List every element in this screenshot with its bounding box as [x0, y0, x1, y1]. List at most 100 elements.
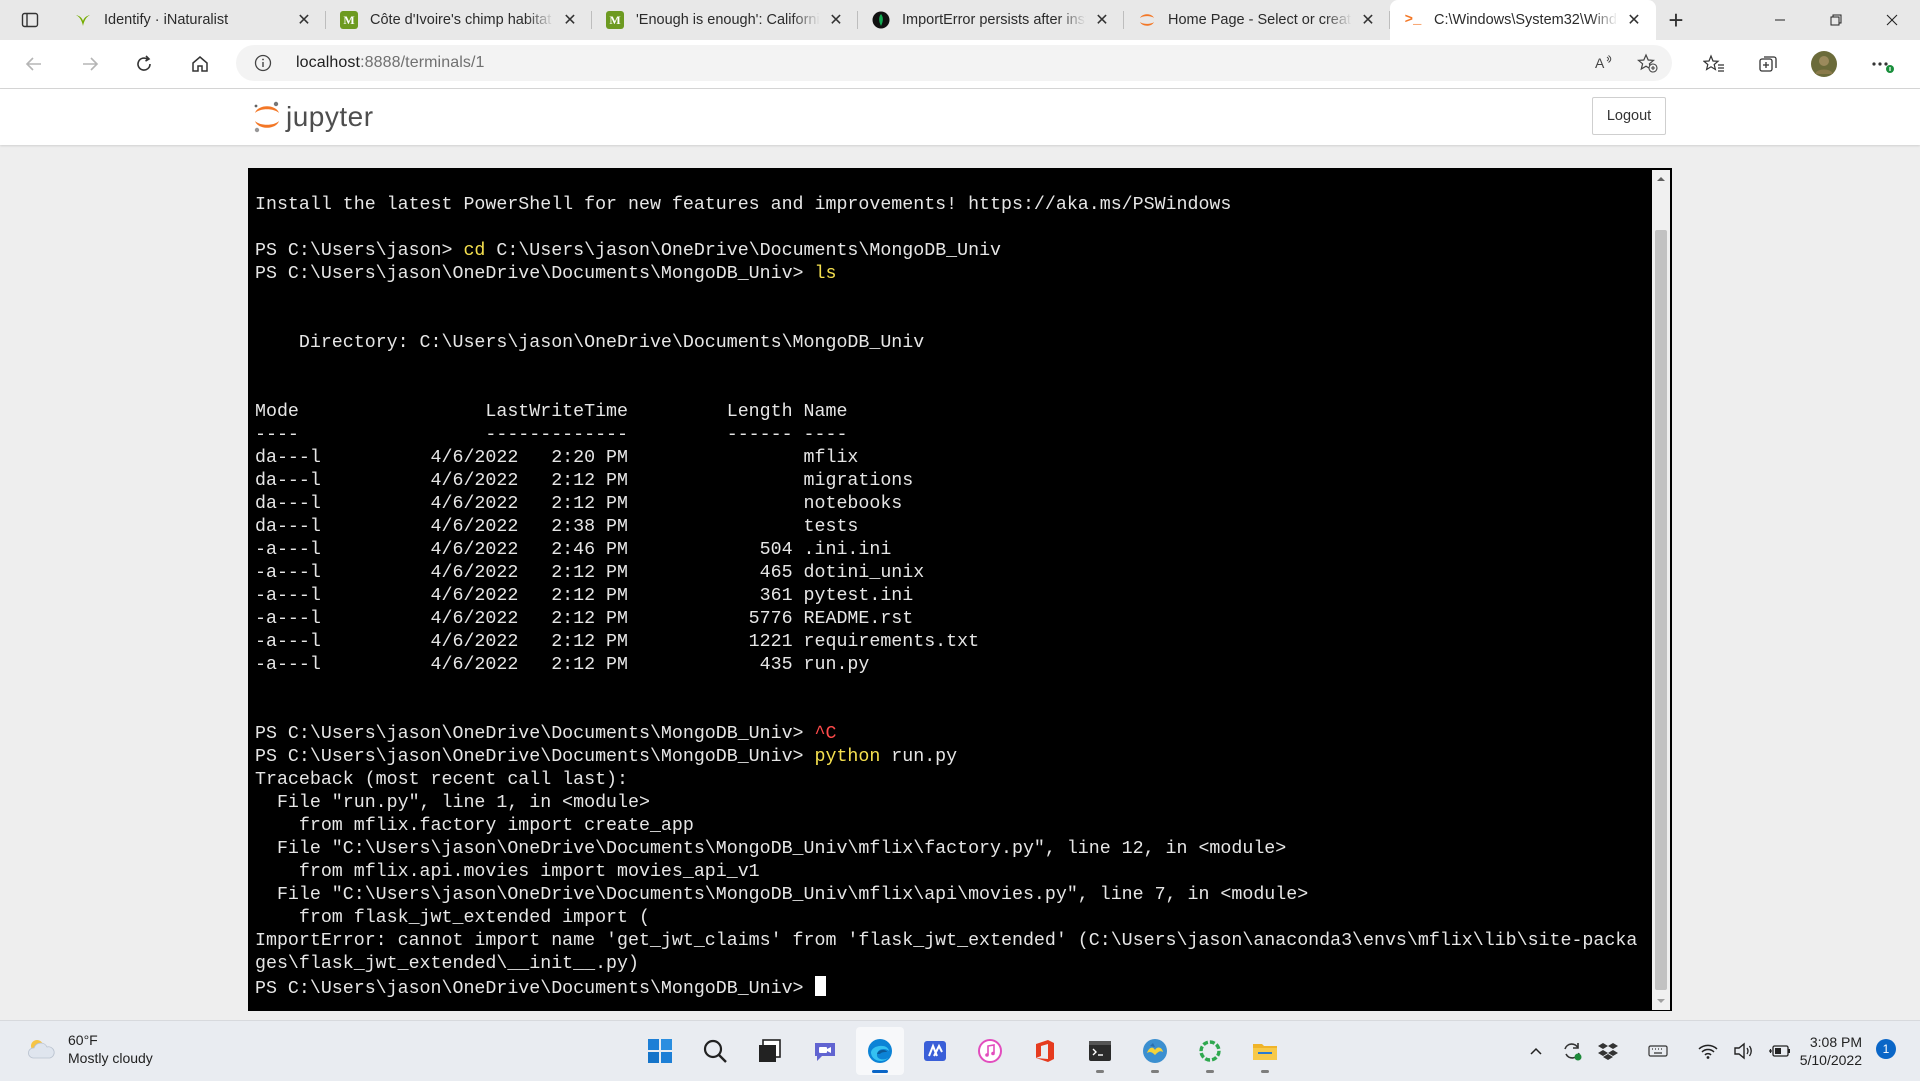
start-icon[interactable] [636, 1027, 684, 1075]
terminal-text: File "C:\Users\jason\OneDrive\Documents\… [255, 839, 1287, 859]
itunes-icon[interactable] [966, 1027, 1014, 1075]
terminal-line: ges\flask_jwt_extended\__init__.py) [255, 953, 1637, 976]
address-bar[interactable]: localhost:8888/terminals/1 A [236, 45, 1672, 81]
home-icon[interactable] [184, 48, 216, 80]
terminal-line: File "C:\Users\jason\OneDrive\Documents\… [255, 838, 1637, 861]
back-arrow-icon[interactable] [18, 48, 50, 80]
terminal-text: run.py [880, 747, 958, 767]
chevron-up-icon[interactable] [1520, 1035, 1552, 1067]
terminal-text: File "C:\Users\jason\OneDrive\Documents\… [255, 885, 1309, 905]
terminal-text: File "run.py", line 1, in <module> [255, 793, 650, 813]
browser-tab[interactable]: Identify · iNaturalist ✕ [60, 0, 326, 40]
chat-icon[interactable] [801, 1027, 849, 1075]
tab-actions-icon[interactable] [14, 8, 46, 32]
close-icon[interactable]: ✕ [1624, 10, 1644, 30]
browser-tab[interactable]: Home Page - Select or create ✕ [1124, 0, 1390, 40]
taskbar-clock[interactable]: 3:08 PM 5/10/2022 [1790, 1033, 1862, 1069]
weather-temperature: 60°F [68, 1032, 98, 1048]
close-icon[interactable]: ✕ [294, 10, 314, 30]
close-window-icon[interactable] [1864, 0, 1920, 40]
terminal-text: Install the latest PowerShell for new fe… [255, 195, 1232, 215]
mongabay-m-icon: M [606, 11, 624, 29]
tab-title: ImportError persists after install [902, 12, 1086, 28]
profile-avatar[interactable] [1808, 48, 1840, 80]
keyboard-icon[interactable] [1628, 1035, 1688, 1067]
wifi-icon[interactable] [1692, 1035, 1724, 1067]
terminal-line: from flask_jwt_extended import ( [255, 907, 1637, 930]
scroll-up-arrow-icon[interactable] [1652, 170, 1670, 188]
search-icon[interactable] [691, 1027, 739, 1075]
add-favorite-icon[interactable] [1632, 47, 1664, 79]
terminal-line: Directory: C:\Users\jason\OneDrive\Docum… [255, 332, 1637, 355]
url-text[interactable]: localhost:8888/terminals/1 [296, 54, 485, 72]
logout-button[interactable]: Logout [1592, 97, 1666, 135]
jupyter-logo[interactable]: jupyter [252, 97, 374, 137]
close-icon[interactable]: ✕ [826, 10, 846, 30]
minimize-icon[interactable] [1752, 0, 1808, 40]
scrollbar-thumb[interactable] [1655, 230, 1667, 990]
close-icon[interactable]: ✕ [1358, 10, 1378, 30]
terminal-line: PS C:\Users\jason\OneDrive\Documents\Mon… [255, 263, 1637, 286]
jupyter-icon [1138, 11, 1156, 29]
jupyter-logo-text: jupyter [286, 101, 374, 132]
collections-icon[interactable] [1752, 48, 1784, 80]
visual-studio-icon[interactable] [911, 1027, 959, 1075]
task-view-icon[interactable] [746, 1027, 794, 1075]
terminal-line: -a---l 4/6/2022 2:12 PM 465 dotini_unix [255, 562, 1637, 585]
settings-more-icon[interactable] [1866, 48, 1898, 80]
terminal-line: PS C:\Users\jason\OneDrive\Documents\Mon… [255, 746, 1637, 769]
terminal-panel[interactable]: Install the latest PowerShell for new fe… [248, 168, 1672, 1011]
volume-icon[interactable] [1728, 1035, 1760, 1067]
terminal-app-icon[interactable] [1076, 1027, 1124, 1075]
terminal-scrollbar[interactable] [1652, 170, 1670, 1010]
terminal-line: File "C:\Users\jason\OneDrive\Documents\… [255, 884, 1637, 907]
favorites-icon[interactable] [1698, 48, 1730, 80]
info-icon[interactable] [254, 54, 272, 72]
tab-title: Identify · iNaturalist [104, 12, 229, 28]
terminal-line: from mflix.factory import create_app [255, 815, 1637, 838]
terminal-text: Mode LastWriteTime Length Name [255, 402, 848, 422]
close-icon[interactable]: ✕ [1092, 10, 1112, 30]
notification-badge[interactable]: 1 [1876, 1039, 1896, 1059]
dropbox-icon[interactable] [1592, 1035, 1624, 1067]
forward-arrow-icon[interactable] [74, 48, 106, 80]
taskbar-apps [632, 1027, 1292, 1075]
browser-tab[interactable]: M 'Enough is enough': California ✕ [592, 0, 858, 40]
browser-tab-active[interactable]: >_ C:\Windows\System32\WindowsPowerShell… [1390, 0, 1656, 40]
browser-tab[interactable]: M Côte d'Ivoire's chimp habitat ✕ [326, 0, 592, 40]
terminal-line: -a---l 4/6/2022 2:12 PM 361 pytest.ini [255, 585, 1637, 608]
terminal-line: -a---l 4/6/2022 2:12 PM 5776 README.rst [255, 608, 1637, 631]
terminal-line: from mflix.api.movies import movies_api_… [255, 861, 1637, 884]
sync-icon[interactable] [1556, 1035, 1588, 1067]
edge-icon[interactable] [855, 1027, 904, 1075]
office-icon[interactable] [1021, 1027, 1069, 1075]
terminal-interrupt: ^C [814, 724, 837, 744]
refresh-icon[interactable] [128, 48, 160, 80]
close-icon[interactable]: ✕ [560, 10, 580, 30]
browser-tab[interactable]: ImportError persists after install ✕ [858, 0, 1124, 40]
terminal-text: PS C:\Users\jason\OneDrive\Documents\Mon… [255, 747, 815, 767]
tab-title: C:\Windows\System32\WindowsPowerShell [1434, 12, 1618, 28]
jupyter-ring-icon[interactable] [1186, 1027, 1234, 1075]
terminal-text: from mflix.api.movies import movies_api_… [255, 862, 760, 882]
browser-toolbar: localhost:8888/terminals/1 A [0, 40, 1920, 89]
terminal-line: ImportError: cannot import name 'get_jwt… [255, 930, 1637, 953]
weather-widget[interactable]: 60°F Mostly cloudy [26, 1031, 153, 1067]
clock-date: 5/10/2022 [1799, 1052, 1862, 1068]
terminal-line: da---l 4/6/2022 2:12 PM migrations [255, 470, 1637, 493]
terminal-cursor [814, 976, 826, 996]
browser-tab-strip: Identify · iNaturalist ✕ M Côte d'Ivoire… [0, 0, 1920, 40]
tab-title: 'Enough is enough': California [636, 12, 820, 28]
terminal-line: File "run.py", line 1, in <module> [255, 792, 1637, 815]
mongabay-m-icon: M [340, 11, 358, 29]
file-explorer-icon[interactable] [1241, 1027, 1289, 1075]
restore-icon[interactable] [1808, 0, 1864, 40]
new-tab-button[interactable]: + [1660, 5, 1692, 35]
read-aloud-icon[interactable]: A [1588, 47, 1620, 79]
python-icon[interactable] [1131, 1027, 1179, 1075]
scroll-down-arrow-icon[interactable] [1652, 992, 1670, 1010]
